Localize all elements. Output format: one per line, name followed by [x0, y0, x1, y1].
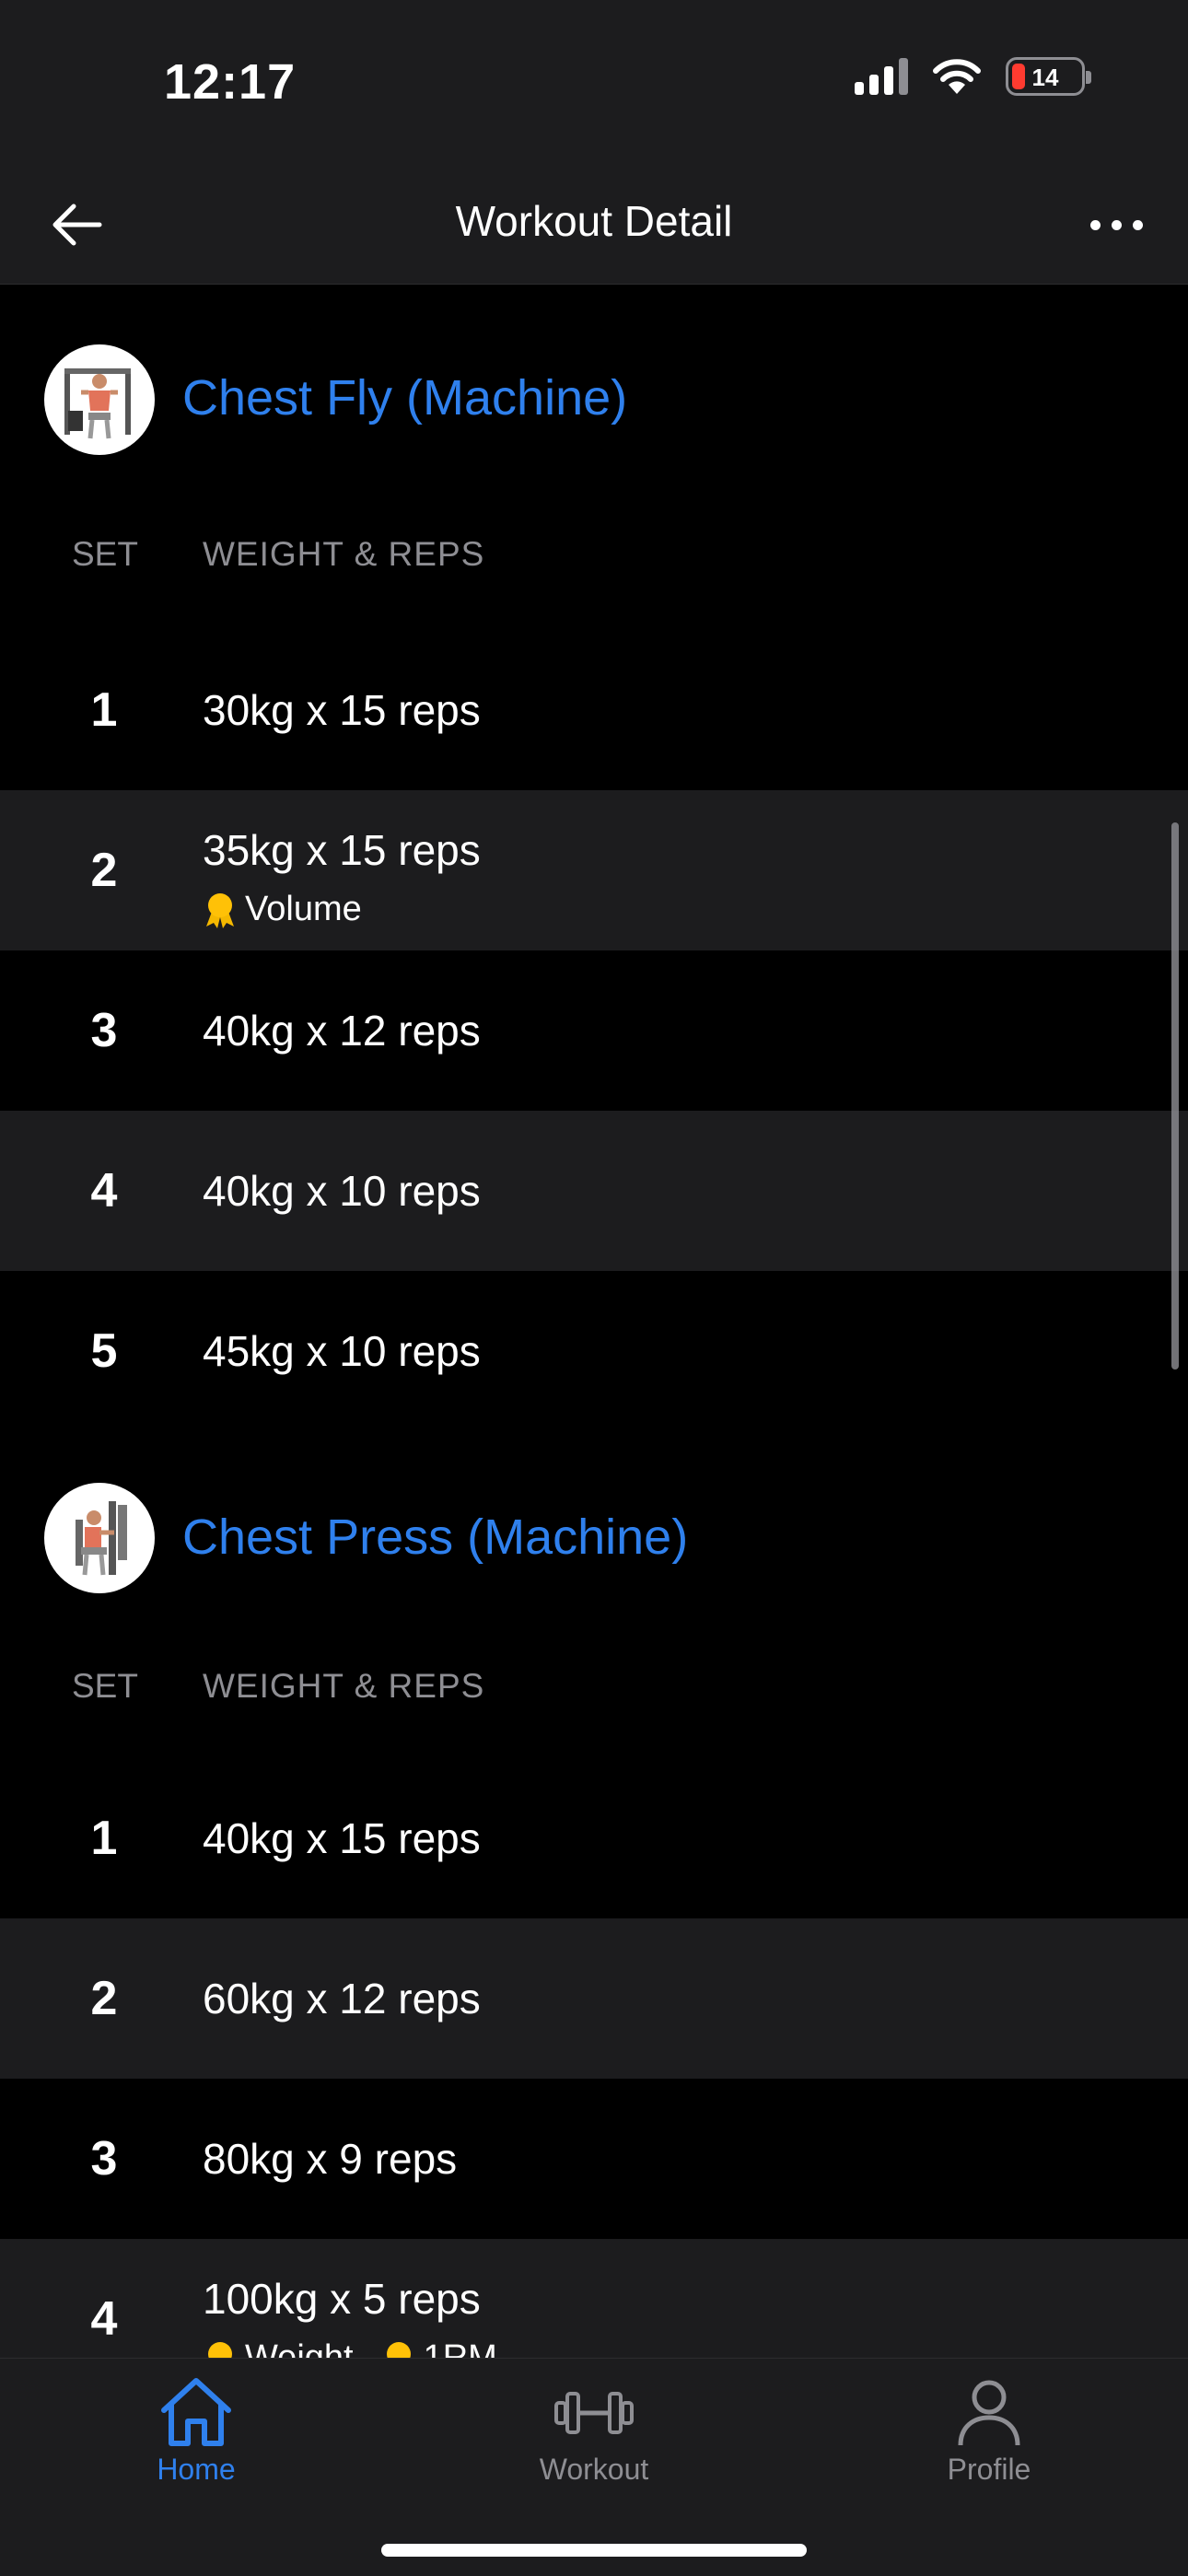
- exercise-thumbnail: [44, 344, 155, 455]
- wifi-icon: [933, 59, 981, 94]
- set-row[interactable]: 4 40kg x 10 reps: [0, 1111, 1188, 1271]
- set-row[interactable]: 2 35kg x 15 reps Volume: [0, 790, 1188, 950]
- set-row[interactable]: 1 40kg x 15 reps: [0, 1758, 1188, 1918]
- set-number: 1: [90, 683, 118, 737]
- set-number: 4: [90, 2292, 118, 2346]
- set-number: 2: [90, 844, 118, 897]
- tab-home[interactable]: Home: [76, 2375, 316, 2487]
- set-row[interactable]: 3 40kg x 12 reps: [0, 950, 1188, 1111]
- weight-reps: 100kg x 5 reps: [203, 2275, 481, 2323]
- record-badges: Volume: [203, 890, 362, 929]
- battery-level: 14: [1031, 64, 1059, 91]
- set-number: 5: [90, 1324, 118, 1378]
- home-indicator: [381, 2544, 807, 2557]
- weight-reps: 60kg x 12 reps: [203, 1975, 481, 2022]
- set-number: 1: [90, 1812, 118, 1865]
- tab-label: Workout: [539, 2453, 649, 2486]
- weight-reps: 45kg x 10 reps: [203, 1327, 481, 1375]
- weight-reps: 40kg x 10 reps: [203, 1167, 481, 1215]
- home-icon: [161, 2378, 231, 2446]
- cellular-signal-icon: [855, 58, 908, 95]
- weight-reps: 40kg x 15 reps: [203, 1814, 481, 1862]
- battery-icon: 14: [1006, 57, 1091, 96]
- dumbbell-icon: [554, 2392, 634, 2434]
- weight-reps: 80kg x 9 reps: [203, 2135, 458, 2183]
- weight-reps: 40kg x 12 reps: [203, 1007, 481, 1055]
- set-column-label: SET: [72, 535, 138, 573]
- tab-label: Home: [157, 2453, 236, 2486]
- set-row[interactable]: 5 45kg x 10 reps: [0, 1271, 1188, 1431]
- nav-bar: Workout Detail: [0, 147, 1188, 285]
- set-number: 2: [90, 1972, 118, 2025]
- set-number: 3: [90, 2132, 118, 2186]
- status-time: 12:17: [164, 54, 297, 110]
- exercise-name[interactable]: Chest Press (Machine): [182, 1509, 688, 1566]
- person-icon: [958, 2380, 1020, 2446]
- medal-icon: [206, 892, 234, 928]
- set-number: 4: [90, 1164, 118, 1218]
- weight-reps-column-label: WEIGHT & REPS: [203, 535, 485, 573]
- weight-reps: 30kg x 15 reps: [203, 686, 481, 734]
- ellipsis-icon: [1089, 219, 1101, 230]
- tab-label: Profile: [947, 2453, 1031, 2486]
- exercise-header[interactable]: Chest Fly (Machine): [0, 285, 1188, 515]
- status-bar: 12:17 14: [0, 0, 1188, 147]
- workout-detail-list[interactable]: Chest Fly (Machine) SET WEIGHT & REPS 1 …: [0, 285, 1188, 2399]
- set-row[interactable]: 1 30kg x 15 reps: [0, 630, 1188, 790]
- weight-reps-column-label: WEIGHT & REPS: [203, 1667, 485, 1705]
- weight-reps: 35kg x 15 reps: [203, 826, 481, 874]
- tab-workout[interactable]: Workout: [474, 2375, 714, 2487]
- set-number: 3: [90, 1004, 118, 1057]
- column-header: SET WEIGHT & REPS: [0, 515, 1188, 630]
- set-row[interactable]: 2 60kg x 12 reps: [0, 1918, 1188, 2079]
- record-badge: Volume: [203, 890, 362, 929]
- more-options-button[interactable]: [1079, 206, 1153, 243]
- tab-profile[interactable]: Profile: [869, 2375, 1109, 2487]
- exercise-thumbnail: [44, 1483, 155, 1593]
- badge-label: Volume: [245, 890, 362, 928]
- set-row[interactable]: 3 80kg x 9 reps: [0, 2079, 1188, 2239]
- exercise-name[interactable]: Chest Fly (Machine): [182, 369, 627, 426]
- set-column-label: SET: [72, 1667, 138, 1705]
- scrollbar-thumb[interactable]: [1171, 822, 1179, 1370]
- column-header: SET WEIGHT & REPS: [0, 1650, 1188, 1758]
- exercise-header[interactable]: Chest Press (Machine): [0, 1431, 1188, 1650]
- page-title: Workout Detail: [455, 197, 733, 245]
- status-icons: 14: [855, 57, 1091, 96]
